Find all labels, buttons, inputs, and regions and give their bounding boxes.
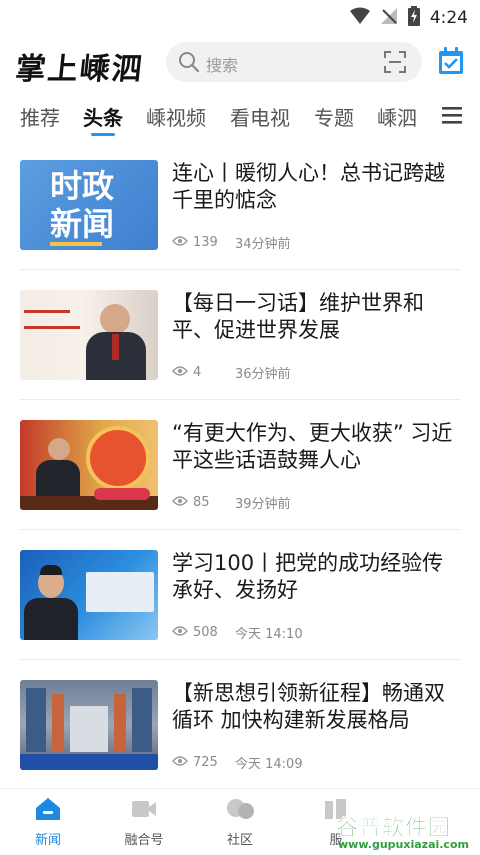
eye-icon [172,755,188,771]
view-count: 725 [193,755,218,770]
publish-time: 39分钟前 [235,497,291,512]
tab-video[interactable]: 嵊视频 [146,102,206,131]
news-title: 学习100丨把党的成功经验传承好、发扬好 [172,551,444,602]
thumbnail-caption: 时政 [50,167,115,205]
eye-icon [172,235,188,251]
news-meta: 508 今天 14:10 [172,623,303,642]
news-thumbnail [20,680,158,770]
view-count: 4 [193,365,202,380]
no-signal-icon [380,7,398,29]
channel-tabs: 推荐 头条 嵊视频 看电视 专题 嵊泗 [0,96,480,140]
news-item[interactable]: “有更大作为、更大收获” 习近平这些话语鼓舞人心 85 39分钟前 [20,420,460,550]
battery-charging-icon [407,6,420,30]
tab-headlines[interactable]: 头条 [83,102,123,131]
tab-tv[interactable]: 看电视 [230,102,290,131]
news-title: 【每日一习话】维护世界和平、促进世界发展 [172,291,424,342]
news-thumbnail [20,420,158,510]
tab-shengsi[interactable]: 嵊泗 [377,102,417,131]
wifi-icon [349,7,370,29]
news-item[interactable]: 【每日一习话】维护世界和平、促进世界发展 4 36分钟前 [20,290,460,420]
scan-icon[interactable] [384,51,406,77]
app-logo: 掌上嵊泗 [13,52,146,87]
news-item[interactable]: 时政 新闻 连心丨暖彻人心！总书记跨越千里的惦念 139 34分钟前 [20,160,460,290]
news-thumbnail [20,290,158,380]
thumbnail-caption: 新闻 [50,205,115,243]
search-placeholder: 搜索 [206,56,239,75]
divider [20,529,460,530]
nav-fusion[interactable]: 融合号 [109,797,179,848]
video-icon [131,801,157,825]
nav-community[interactable]: 社区 [205,797,275,848]
status-time: 4:24 [429,8,468,28]
divider [20,659,460,660]
view-count: 85 [193,495,210,510]
eye-icon [172,495,188,511]
publish-time: 36分钟前 [235,367,291,382]
nav-news[interactable]: 新闻 [13,797,83,848]
nav-label: 新闻 [34,833,61,848]
publish-time: 今天 14:09 [235,757,303,772]
active-tab-indicator [91,133,115,136]
news-title: 连心丨暖彻人心！总书记跨越千里的惦念 [172,161,445,212]
eye-icon [172,365,188,381]
view-count: 139 [193,235,218,250]
tab-topics[interactable]: 专题 [314,102,354,131]
news-title: 【新思想引领新征程】畅通双循环 加快构建新发展格局 [172,681,445,732]
status-bar: 4:24 [0,0,480,36]
news-meta: 139 34分钟前 [172,233,291,252]
news-meta: 725 今天 14:09 [172,753,303,772]
publish-time: 今天 14:10 [235,627,303,642]
news-item[interactable]: 学习100丨把党的成功经验传承好、发扬好 508 今天 14:10 [20,550,460,680]
calendar-check-icon[interactable] [438,47,464,79]
news-meta: 85 39分钟前 [172,493,291,512]
divider [20,269,460,270]
news-thumbnail: 时政 新闻 [20,160,158,250]
home-icon [35,798,61,825]
publish-time: 34分钟前 [235,237,291,252]
app-header: 掌上嵊泗 搜索 [0,36,480,88]
watermark-url: www.gupuxiazai.com [338,838,469,851]
menu-icon[interactable] [442,106,462,128]
tab-recommend[interactable]: 推荐 [20,102,60,131]
nav-label: 融合号 [124,833,164,848]
news-title: “有更大作为、更大收获” 习近平这些话语鼓舞人心 [172,421,453,472]
search-icon [178,51,200,77]
site-watermark: 谷普软件园 www.gupuxiazai.com [336,812,476,854]
news-thumbnail [20,550,158,640]
divider [20,399,460,400]
nav-label: 社区 [226,833,253,848]
search-bar[interactable]: 搜索 [166,42,422,82]
news-meta: 4 36分钟前 [172,363,291,382]
view-count: 508 [193,625,218,640]
chat-bubbles-icon [225,799,255,825]
eye-icon [172,625,188,641]
